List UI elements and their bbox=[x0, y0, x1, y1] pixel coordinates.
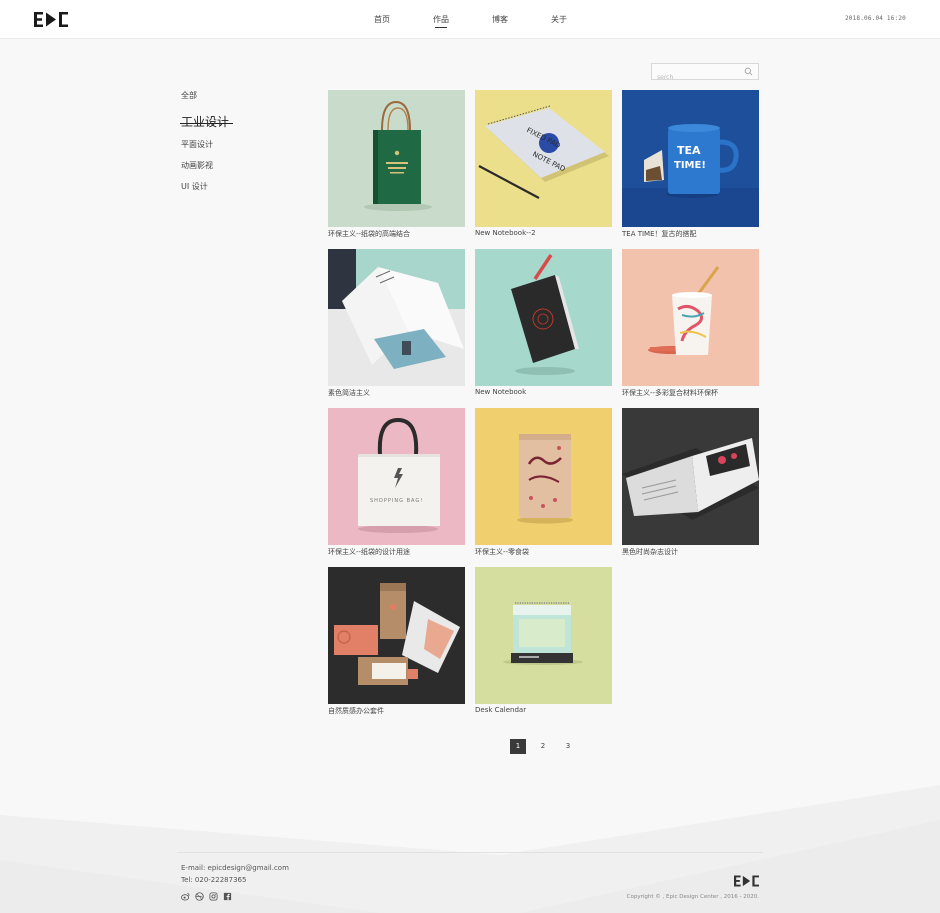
work-caption: 环保主义--零食袋 bbox=[475, 548, 530, 556]
footer-tel: Tel: 020-22287365 bbox=[181, 876, 247, 884]
search-box bbox=[651, 63, 759, 85]
work-thumbnail[interactable] bbox=[622, 249, 759, 386]
work-thumbnail[interactable]: FIXED PAD NOTE PAD bbox=[475, 90, 612, 227]
work-caption: 自然质感办公套件 bbox=[328, 707, 384, 715]
work-thumbnail[interactable] bbox=[622, 408, 759, 545]
work-caption: New Notebook bbox=[475, 388, 527, 396]
category-industrial-design[interactable]: 工业设计 bbox=[179, 114, 234, 139]
pagination: 1 2 3 bbox=[510, 739, 585, 754]
epic-logo[interactable] bbox=[34, 12, 68, 27]
work-thumbnail[interactable] bbox=[328, 567, 465, 704]
facebook-icon[interactable] bbox=[223, 892, 232, 901]
nav-works[interactable]: 作品 bbox=[404, 0, 478, 39]
work-thumbnail[interactable] bbox=[328, 90, 465, 227]
category-animation[interactable]: 动画影视 bbox=[181, 160, 301, 181]
work-card[interactable]: 环保主义--多彩复合材料环保杯 bbox=[622, 249, 759, 399]
header-datetime: 2018.06.04 16:20 bbox=[845, 15, 906, 22]
nav-about[interactable]: 关于 bbox=[522, 0, 596, 39]
footer-email: E-mail: epicdesign@gmail.com bbox=[181, 864, 289, 872]
nav-home[interactable]: 首页 bbox=[360, 0, 404, 39]
search-input[interactable] bbox=[652, 70, 740, 85]
work-caption: 素色简洁主义 bbox=[328, 389, 370, 397]
work-thumbnail[interactable] bbox=[475, 567, 612, 704]
work-caption: 环保主义--纸袋的设计用途 bbox=[328, 548, 411, 556]
work-thumbnail[interactable]: SHOPPING BAG! bbox=[328, 408, 465, 545]
work-caption: 黑色时尚杂志设计 bbox=[622, 548, 678, 556]
work-caption: 环保主义--多彩复合材料环保杯 bbox=[622, 389, 719, 397]
footer-divider bbox=[177, 852, 763, 853]
work-card[interactable]: 环保主义--零食袋 bbox=[475, 408, 612, 558]
work-card[interactable]: TEA TIME! TEA TIME！复古的搭配 bbox=[622, 90, 759, 240]
category-ui-design[interactable]: UI 设计 bbox=[181, 181, 301, 202]
category-all[interactable]: 全部 bbox=[181, 90, 301, 111]
work-card[interactable]: Desk Calendar bbox=[475, 567, 612, 717]
work-card[interactable]: SHOPPING BAG! 环保主义--纸袋的设计用途 bbox=[328, 408, 465, 558]
footer-logo bbox=[734, 875, 759, 887]
footer-copyright: Copyright © , Epic Design Center , 2016 … bbox=[626, 894, 759, 900]
work-caption: New Notebook--2 bbox=[475, 229, 536, 237]
svg-text:TIME!: TIME! bbox=[674, 160, 706, 171]
work-card[interactable]: 环保主义--纸袋的高端结合 bbox=[328, 90, 465, 240]
work-thumbnail[interactable] bbox=[328, 249, 465, 386]
work-card[interactable]: 素色简洁主义 bbox=[328, 249, 465, 399]
footer-background bbox=[0, 785, 940, 913]
page-1[interactable]: 1 bbox=[510, 739, 526, 754]
category-graphic-design[interactable]: 平面设计 bbox=[181, 139, 301, 160]
category-sidebar: 全部 工业设计 平面设计 动画影视 UI 设计 bbox=[179, 90, 301, 202]
page-2[interactable]: 2 bbox=[535, 739, 551, 754]
page-3[interactable]: 3 bbox=[560, 739, 576, 754]
work-caption: Desk Calendar bbox=[475, 706, 527, 714]
main-nav: 首页 作品 博客 关于 bbox=[360, 0, 596, 39]
work-thumbnail[interactable]: TEA TIME! bbox=[622, 90, 759, 227]
dribbble-icon[interactable] bbox=[195, 892, 204, 901]
svg-text:TEA: TEA bbox=[677, 144, 701, 157]
work-thumbnail[interactable] bbox=[475, 408, 612, 545]
work-caption: 环保主义--纸袋的高端结合 bbox=[328, 230, 411, 238]
svg-text:SHOPPING BAG!: SHOPPING BAG! bbox=[370, 498, 423, 504]
work-caption: TEA TIME！复古的搭配 bbox=[622, 230, 697, 238]
social-links bbox=[181, 892, 237, 901]
work-card[interactable]: 黑色时尚杂志设计 bbox=[622, 408, 759, 558]
instagram-icon[interactable] bbox=[209, 892, 218, 901]
search-icon[interactable] bbox=[744, 67, 753, 76]
work-card[interactable]: New Notebook bbox=[475, 249, 612, 399]
site-header: 首页 作品 博客 关于 2018.06.04 16:20 bbox=[0, 0, 940, 39]
nav-blog[interactable]: 博客 bbox=[478, 0, 522, 39]
work-card[interactable]: FIXED PAD NOTE PAD New Notebook--2 bbox=[475, 90, 612, 240]
weibo-icon[interactable] bbox=[181, 892, 190, 901]
work-thumbnail[interactable] bbox=[475, 249, 612, 386]
work-card[interactable]: 自然质感办公套件 bbox=[328, 567, 465, 717]
